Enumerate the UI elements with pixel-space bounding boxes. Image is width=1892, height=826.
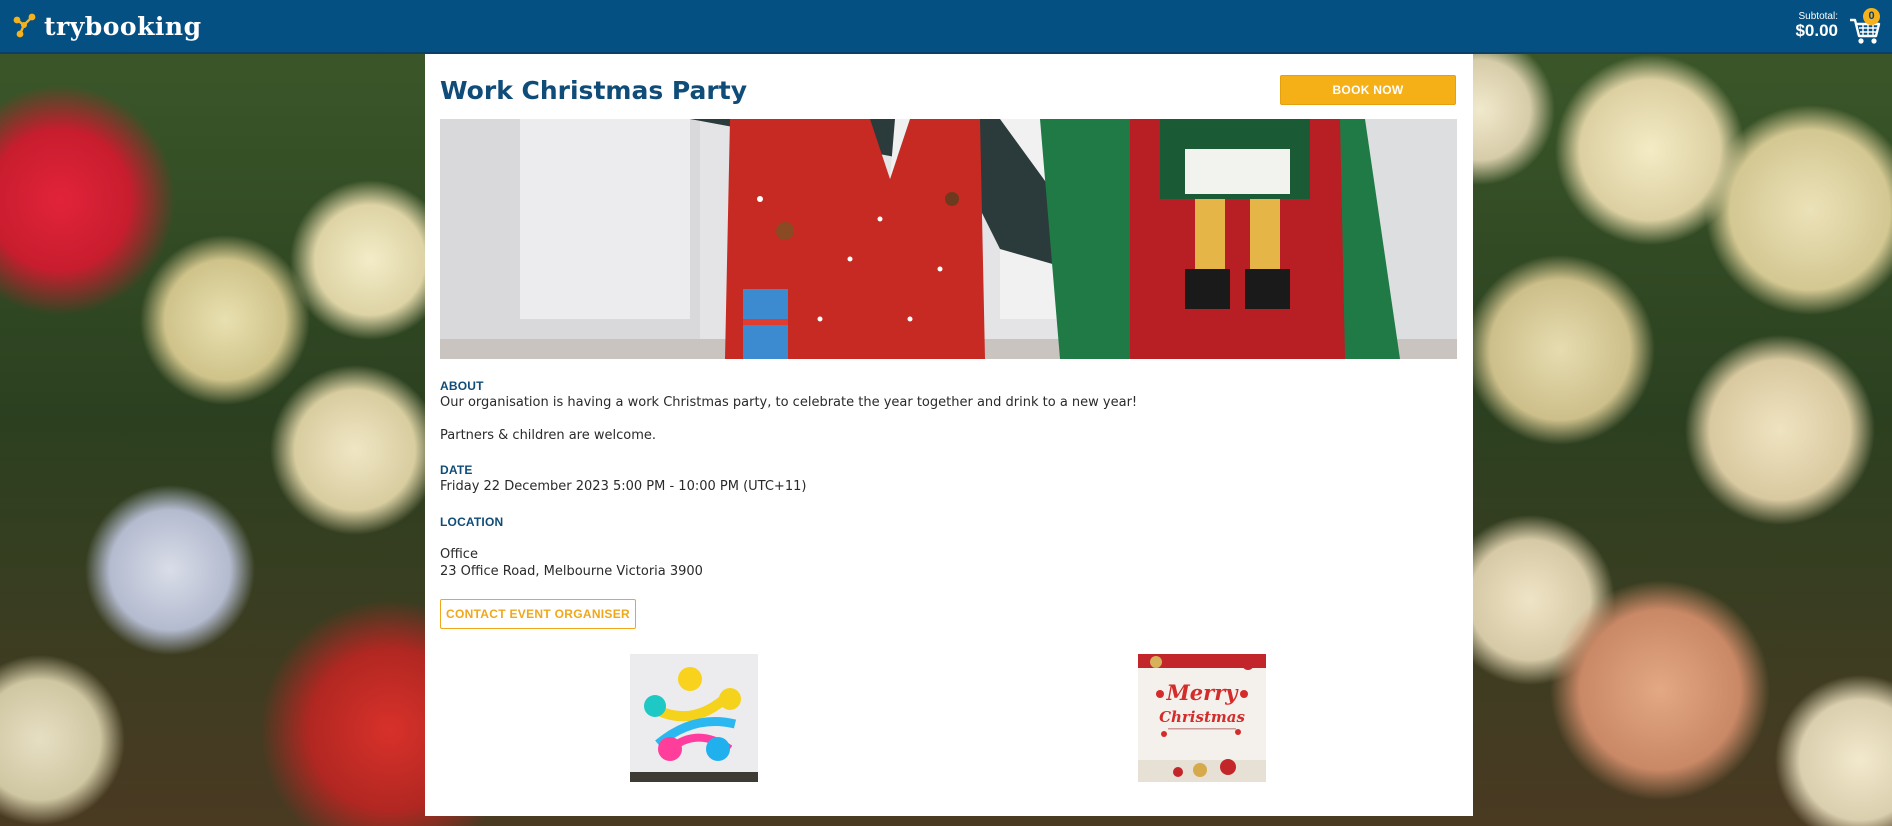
brand-name: trybooking [44,11,202,41]
subtotal: Subtotal: $0.00 [1795,11,1838,41]
date-section: DATE Friday 22 December 2023 5:00 PM - 1… [440,463,1440,495]
merry-christmas-card-thumbnail: Merry Christmas [1138,654,1266,782]
event-header: Work Christmas Party BOOK NOW [440,70,1456,110]
gallery-thumbnail-2[interactable]: Merry Christmas [1138,654,1266,782]
card-text-christmas: Christmas [1159,708,1245,726]
subtotal-value: $0.00 [1795,21,1838,40]
location-section: LOCATION Office 23 Office Road, Melbourn… [440,515,1440,580]
location-address: 23 Office Road, Melbourne Victoria 3900 [440,564,703,579]
date-label: DATE [440,463,473,477]
card-text-merry: Merry [1166,680,1240,705]
trybooking-logo[interactable]: trybooking [10,0,202,53]
cart-button[interactable]: 0 [1848,6,1882,46]
contact-organiser-button[interactable]: CONTACT EVENT ORGANISER [440,599,636,629]
cart-summary[interactable]: Subtotal: $0.00 0 [1795,6,1882,46]
about-section: ABOUT Our organisation is having a work … [440,379,1440,444]
event-banner-image [440,119,1457,359]
christmas-sweaters-banner [440,119,1457,359]
about-label: ABOUT [440,379,484,393]
colorful-paint-splash-thumbnail [630,654,758,782]
event-title: Work Christmas Party [440,75,747,105]
gallery-thumbnail-1[interactable] [630,654,758,782]
event-card: Work Christmas Party BOOK NOW ABOUT Our … [425,54,1473,816]
date-value: Friday 22 December 2023 5:00 PM - 10:00 … [440,479,807,494]
about-text: Our organisation is having a work Christ… [440,395,1138,410]
location-name: Office [440,547,478,562]
location-label: LOCATION [440,515,504,529]
top-navigation-bar: trybooking Subtotal: $0.00 0 [0,0,1892,54]
cart-count-badge: 0 [1863,8,1880,25]
book-now-button[interactable]: BOOK NOW [1280,75,1456,105]
trybooking-logo-icon [13,13,36,38]
about-text-secondary: Partners & children are welcome. [440,428,657,443]
